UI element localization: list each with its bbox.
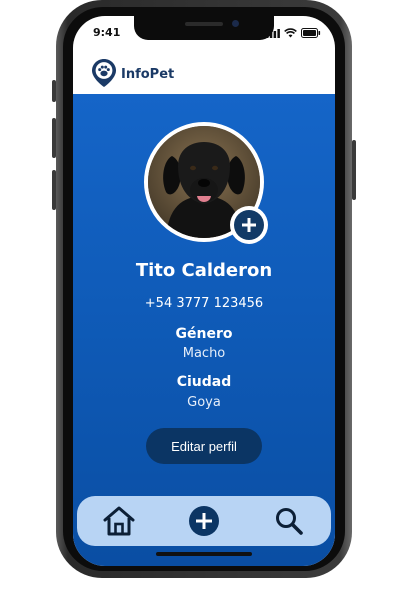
gender-value: Macho [182,346,226,361]
front-camera [232,20,239,27]
avatar-container [144,122,268,244]
add-icon [188,506,219,536]
owner-phone: +54 3777 123456 [144,296,264,311]
tab-search[interactable] [269,501,309,541]
search-icon [275,508,303,535]
pet-name: Tito Calderon [135,260,273,281]
bottom-tab-bar [77,496,331,546]
mute-switch [52,80,56,102]
wifi-icon [284,28,297,38]
city-label: Ciudad [176,374,232,390]
gender-label: Género [175,326,233,342]
notch [134,16,274,40]
speaker-grille [185,22,223,26]
tab-home[interactable] [99,501,139,541]
paw-pin-logo-icon[interactable] [91,58,117,88]
home-indicator[interactable] [156,552,252,556]
power-button [352,140,356,200]
app-screen: 9:41 InfoPet Tito Calderon +54 3777 1234… [73,16,335,566]
app-header: InfoPet [73,52,335,94]
battery-icon [301,28,321,38]
tab-add[interactable] [184,501,224,541]
brand-name: InfoPet [121,66,175,82]
volume-up-button [52,118,56,158]
status-time: 9:41 [93,26,121,39]
status-bar: 9:41 [73,16,335,52]
profile-panel: Tito Calderon +54 3777 123456 Género Mac… [73,94,335,566]
city-value: Goya [187,395,221,410]
add-photo-button[interactable] [230,206,268,244]
plus-icon [234,210,264,240]
edit-profile-button[interactable]: Editar perfil [146,428,262,464]
status-icons [266,28,321,38]
volume-down-button [52,170,56,210]
home-icon [103,506,135,536]
